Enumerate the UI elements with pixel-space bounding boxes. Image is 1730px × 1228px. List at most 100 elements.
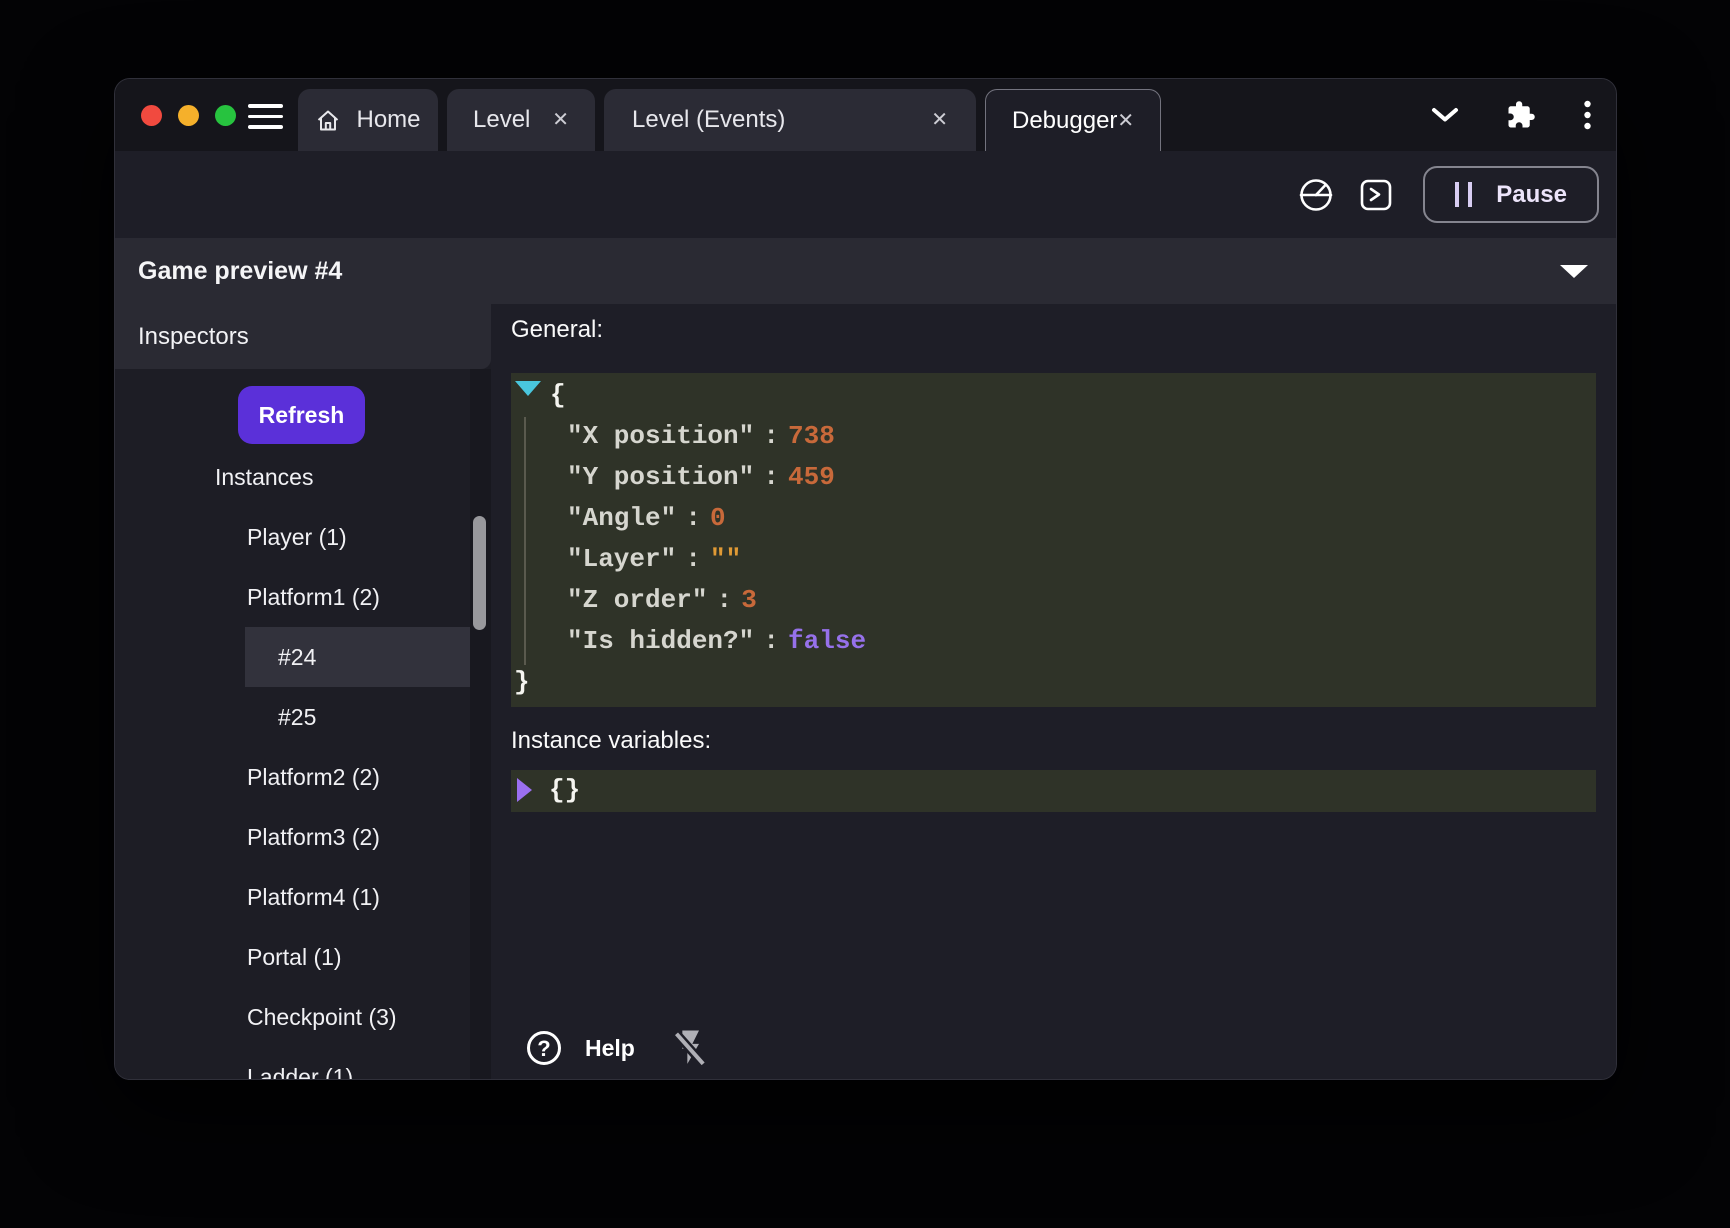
json-value[interactable]: 0 xyxy=(710,503,726,533)
close-tab-icon[interactable]: ✕ xyxy=(1117,111,1134,131)
inspector-panel: General: { "X position":738 "Y position"… xyxy=(491,304,1616,1080)
general-json-viewer: { "X position":738 "Y position":459 "Ang… xyxy=(511,373,1596,707)
close-brace: } xyxy=(514,667,530,697)
scrollbar-thumb[interactable] xyxy=(473,516,486,630)
pause-button[interactable]: Pause xyxy=(1423,166,1599,223)
variables-value: {} xyxy=(549,775,580,805)
json-entry-y-position: "Y position":459 xyxy=(511,457,1596,498)
tab-label: Level (Events) xyxy=(632,106,785,134)
tree-item-label: Instances xyxy=(115,464,313,491)
json-key: "Z order" xyxy=(567,585,707,615)
circled-question-icon: ? xyxy=(525,1029,563,1067)
console-icon[interactable] xyxy=(1359,178,1393,212)
collapse-arrow-icon[interactable] xyxy=(515,381,541,396)
json-entry-angle: "Angle":0 xyxy=(511,498,1596,539)
help-button[interactable]: ? Help xyxy=(525,1029,635,1067)
hamburger-menu-icon[interactable] xyxy=(248,104,283,129)
tree-item-instance-25[interactable]: #25 xyxy=(115,687,491,747)
home-icon xyxy=(315,107,341,133)
json-key: "Angle" xyxy=(567,503,676,533)
json-entry-x-position: "X position":738 xyxy=(511,416,1596,457)
tree-item-platform3[interactable]: Platform3 (2) xyxy=(115,807,491,867)
puzzle-extension-icon[interactable] xyxy=(1506,100,1536,130)
debugger-body: Inspectors Refresh Instances Player (1) … xyxy=(115,304,1616,1080)
json-colon: : xyxy=(763,626,779,656)
tree-item-instances[interactable]: Instances xyxy=(115,447,491,507)
refresh-button[interactable]: Refresh xyxy=(238,386,365,444)
tree-item-label: Platform2 (2) xyxy=(115,764,380,791)
tree-item-ladder[interactable]: Ladder (1) xyxy=(115,1047,491,1080)
tab-home[interactable]: Home xyxy=(298,89,438,151)
json-key: "Is hidden?" xyxy=(567,626,754,656)
tree-item-platform1[interactable]: Platform1 (2) xyxy=(115,567,491,627)
tree-item-label: Platform4 (1) xyxy=(115,884,380,911)
game-preview-selector[interactable]: Game preview #4 xyxy=(115,238,1616,304)
json-value[interactable]: false xyxy=(788,626,866,656)
maximize-window-button[interactable] xyxy=(215,105,236,126)
flash-off-icon[interactable] xyxy=(669,1027,709,1069)
titlebar-actions xyxy=(1431,79,1592,151)
tree-item-portal[interactable]: Portal (1) xyxy=(115,927,491,987)
pause-icon xyxy=(1455,182,1472,207)
tree-item-label: Platform1 (2) xyxy=(115,584,380,611)
json-value[interactable]: 738 xyxy=(788,421,835,451)
json-colon: : xyxy=(763,421,779,451)
json-value[interactable]: "" xyxy=(710,544,741,574)
debugger-toolbar: Pause xyxy=(115,151,1616,238)
tree-item-label: Player (1) xyxy=(115,524,347,551)
tab-debugger[interactable]: Debugger ✕ xyxy=(985,89,1161,151)
indent-guide xyxy=(524,417,526,665)
json-entry-is-hidden: "Is hidden?": false xyxy=(511,621,1596,662)
chevron-down-icon[interactable] xyxy=(1431,107,1459,123)
general-section-label: General: xyxy=(511,304,1596,345)
instance-variables-label: Instance variables: xyxy=(511,715,1596,756)
instances-tree: Instances Player (1) Platform1 (2) #24 #… xyxy=(115,447,491,1080)
pause-label: Pause xyxy=(1496,181,1567,209)
close-tab-icon[interactable]: ✕ xyxy=(552,110,569,130)
tree-item-label: Ladder (1) xyxy=(115,1064,353,1081)
tab-bar: Home Level ✕ Level (Events) ✕ Debugger ✕ xyxy=(298,89,1161,151)
tree-item-label: Checkpoint (3) xyxy=(115,1004,397,1031)
json-root-row: { xyxy=(511,375,1596,416)
expand-arrow-icon[interactable] xyxy=(517,778,532,802)
sidebar-header: Inspectors xyxy=(115,304,491,369)
tab-label: Debugger xyxy=(1012,107,1117,135)
close-tab-icon[interactable]: ✕ xyxy=(931,110,948,130)
tree-item-instance-24[interactable]: #24 xyxy=(115,627,491,687)
profiler-gauge-icon[interactable] xyxy=(1297,176,1335,214)
app-window: Home Level ✕ Level (Events) ✕ Debugger ✕ xyxy=(114,78,1617,1080)
json-close-row: } xyxy=(511,662,1596,703)
kebab-menu-icon[interactable] xyxy=(1583,99,1592,131)
tree-item-platform2[interactable]: Platform2 (2) xyxy=(115,747,491,807)
json-entry-z-order: "Z order":3 xyxy=(511,580,1596,621)
help-row: ? Help xyxy=(525,1027,709,1069)
json-colon: : xyxy=(685,503,701,533)
tree-item-player[interactable]: Player (1) xyxy=(115,507,491,567)
close-window-button[interactable] xyxy=(141,105,162,126)
minimize-window-button[interactable] xyxy=(178,105,199,126)
tab-label: Level xyxy=(473,106,530,134)
json-value[interactable]: 3 xyxy=(741,585,757,615)
tab-level[interactable]: Level ✕ xyxy=(447,89,595,151)
scrollbar-track[interactable] xyxy=(470,369,491,1080)
json-colon: : xyxy=(763,462,779,492)
tree-item-checkpoint[interactable]: Checkpoint (3) xyxy=(115,987,491,1047)
json-key: "Y position" xyxy=(567,462,754,492)
json-entry-layer: "Layer":"" xyxy=(511,539,1596,580)
tree-item-label: #25 xyxy=(115,704,316,731)
dropdown-arrow-icon[interactable] xyxy=(1560,265,1588,278)
json-value[interactable]: 459 xyxy=(788,462,835,492)
open-brace: { xyxy=(550,380,566,410)
tree-item-label: #24 xyxy=(115,644,316,671)
svg-text:?: ? xyxy=(537,1036,550,1061)
tree-item-label: Platform3 (2) xyxy=(115,824,380,851)
json-colon: : xyxy=(717,585,733,615)
window-controls xyxy=(141,105,236,126)
game-preview-title: Game preview #4 xyxy=(138,257,1560,286)
tree-item-platform4[interactable]: Platform4 (1) xyxy=(115,867,491,927)
sidebar-scroll-area: Refresh Instances Player (1) Platform1 (… xyxy=(115,369,491,1080)
tab-level-events[interactable]: Level (Events) ✕ xyxy=(604,89,976,151)
instance-variables-viewer: {} xyxy=(511,770,1596,812)
json-key: "X position" xyxy=(567,421,754,451)
sidebar-title: Inspectors xyxy=(138,323,249,351)
